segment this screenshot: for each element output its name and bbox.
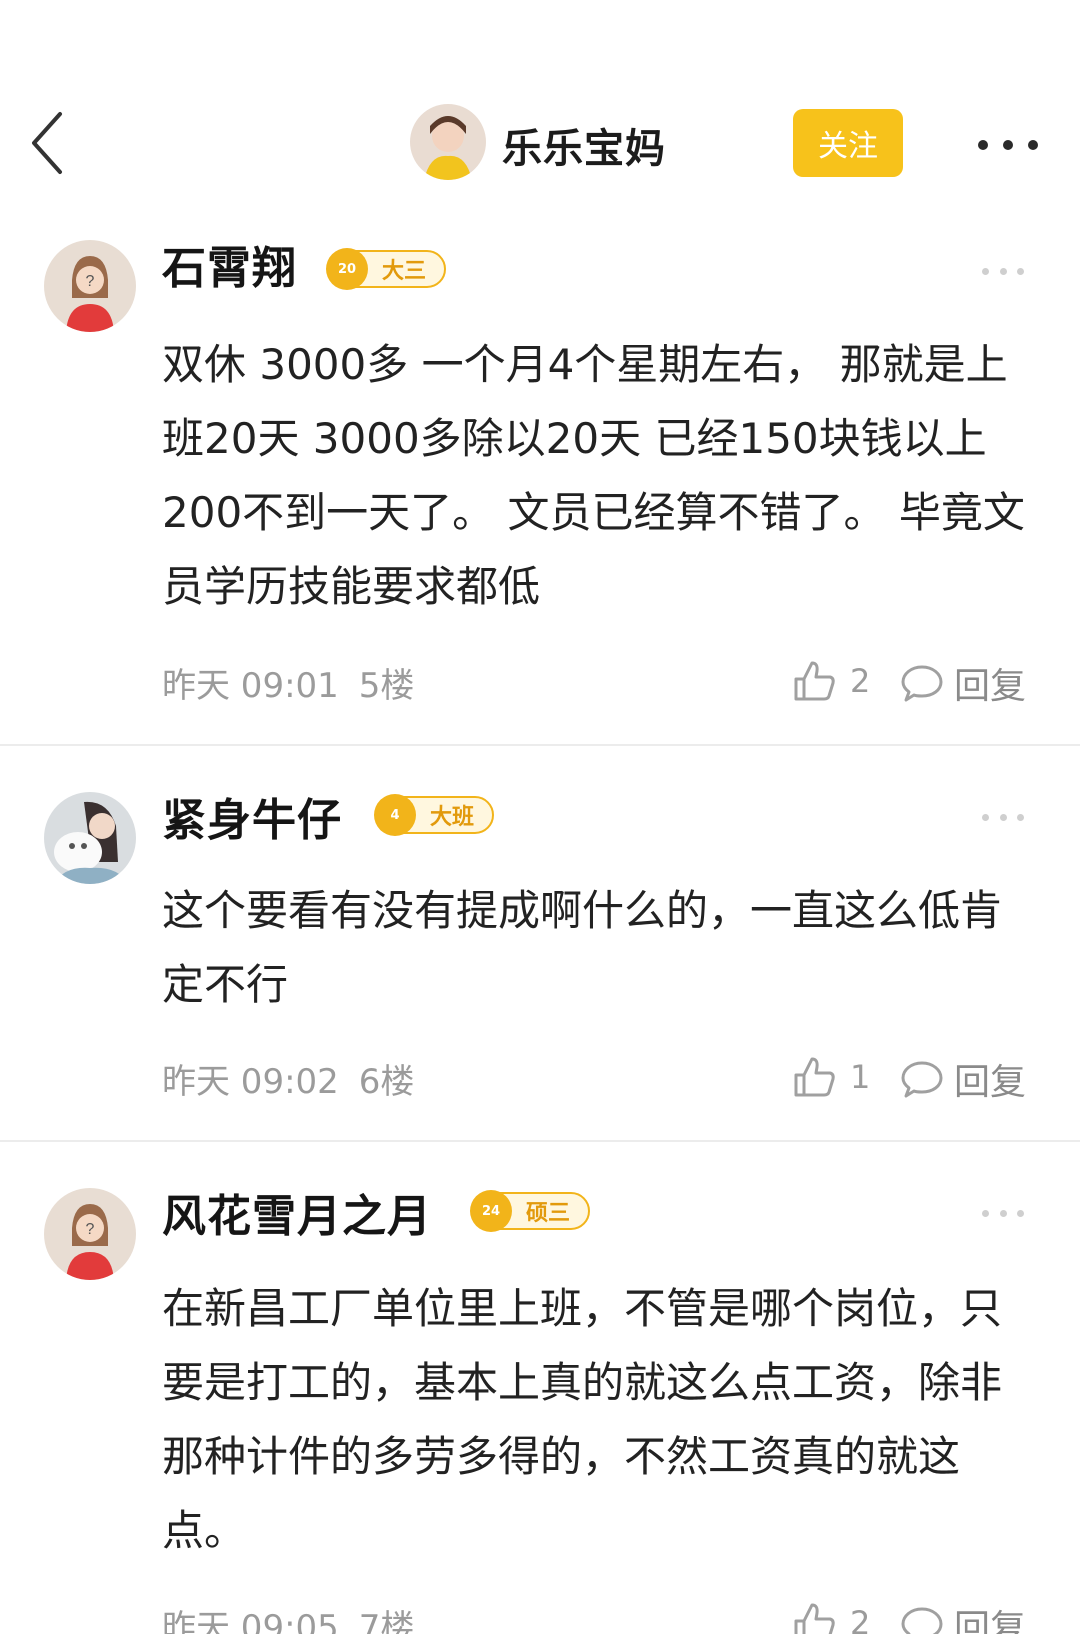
back-button[interactable] bbox=[26, 108, 70, 178]
more-dot-icon bbox=[978, 140, 988, 150]
speech-bubble-icon bbox=[901, 665, 943, 702]
like-count: 2 bbox=[850, 662, 871, 700]
username[interactable]: 风花雪月之月 bbox=[162, 1180, 432, 1244]
comment-floor: 6楼 bbox=[358, 1062, 415, 1102]
avatar[interactable] bbox=[44, 792, 136, 884]
avatar[interactable]: ? bbox=[44, 240, 136, 332]
reply-label: 回复 bbox=[954, 666, 1027, 707]
reply-button[interactable]: 回复 bbox=[900, 1600, 1026, 1634]
like-button[interactable]: 1 bbox=[792, 1052, 870, 1102]
comment-meta: 昨天 09:01 5楼 bbox=[162, 658, 434, 707]
thumbs-up-icon bbox=[794, 1057, 835, 1097]
star-icon: 24 bbox=[470, 1190, 512, 1232]
comment-time: 昨天 09:05 bbox=[162, 1608, 339, 1634]
like-count: 2 bbox=[850, 1604, 871, 1634]
divider bbox=[0, 1140, 1080, 1142]
comment-text: 双休 3000多 一个月4个星期左右， 那就是上班20天 3000多除以20天 … bbox=[162, 340, 1025, 611]
chevron-left-icon bbox=[32, 112, 62, 174]
follow-button[interactable]: 关注 bbox=[793, 109, 903, 177]
more-dot-icon bbox=[1028, 140, 1038, 150]
comment-meta: 昨天 09:05 7楼 bbox=[162, 1600, 434, 1634]
like-button[interactable]: 2 bbox=[792, 656, 870, 706]
like-button[interactable]: 2 bbox=[792, 1598, 870, 1634]
comment-more-button[interactable] bbox=[982, 1208, 1024, 1218]
thumbs-up-icon bbox=[794, 1603, 835, 1634]
username[interactable]: 紧身牛仔 bbox=[162, 784, 342, 848]
comment-more-button[interactable] bbox=[982, 266, 1024, 276]
username[interactable]: 石霄翔 bbox=[162, 232, 297, 296]
avatar[interactable]: ? bbox=[44, 1188, 136, 1280]
more-dot-icon bbox=[1003, 140, 1013, 150]
level-badge: 24 硕三 bbox=[470, 1190, 591, 1232]
reply-button[interactable]: 回复 bbox=[900, 658, 1026, 708]
author-name[interactable]: 乐乐宝妈 bbox=[502, 116, 666, 174]
more-options-button[interactable] bbox=[978, 125, 1038, 165]
comment-floor: 5楼 bbox=[358, 666, 415, 706]
comment-meta: 昨天 09:02 6楼 bbox=[162, 1054, 434, 1103]
star-icon: 4 bbox=[374, 794, 416, 836]
comment-floor: 7楼 bbox=[358, 1608, 415, 1634]
comment-more-button[interactable] bbox=[982, 812, 1024, 822]
comment-text: 这个要看有没有提成啊什么的，一直这么低肯定不行 bbox=[162, 886, 1003, 1009]
divider bbox=[0, 744, 1080, 746]
thumbs-up-icon bbox=[794, 661, 835, 701]
speech-bubble-icon bbox=[901, 1607, 943, 1634]
svg-text:?: ? bbox=[86, 273, 95, 290]
comment-text: 在新昌工厂单位里上班，不管是哪个岗位，只要是打工的，基本上真的就这么点工资，除非… bbox=[162, 1284, 1003, 1555]
comment-time: 昨天 09:01 bbox=[162, 666, 339, 706]
badge-label: 大班 bbox=[430, 805, 475, 830]
badge-label: 硕三 bbox=[526, 1201, 571, 1226]
author-avatar[interactable] bbox=[410, 104, 486, 180]
comment-time: 昨天 09:02 bbox=[162, 1062, 339, 1102]
reply-button[interactable]: 回复 bbox=[900, 1054, 1026, 1104]
reply-label: 回复 bbox=[954, 1062, 1027, 1103]
level-badge: 4 大班 bbox=[374, 794, 495, 836]
reply-label: 回复 bbox=[954, 1608, 1027, 1634]
speech-bubble-icon bbox=[901, 1061, 943, 1098]
star-icon: 20 bbox=[326, 248, 368, 290]
like-count: 1 bbox=[850, 1058, 871, 1096]
top-bar: 乐乐宝妈 关注 bbox=[0, 0, 1080, 220]
level-badge: 20 大三 bbox=[326, 248, 447, 290]
badge-label: 大三 bbox=[382, 259, 427, 284]
svg-text:?: ? bbox=[86, 1221, 95, 1238]
